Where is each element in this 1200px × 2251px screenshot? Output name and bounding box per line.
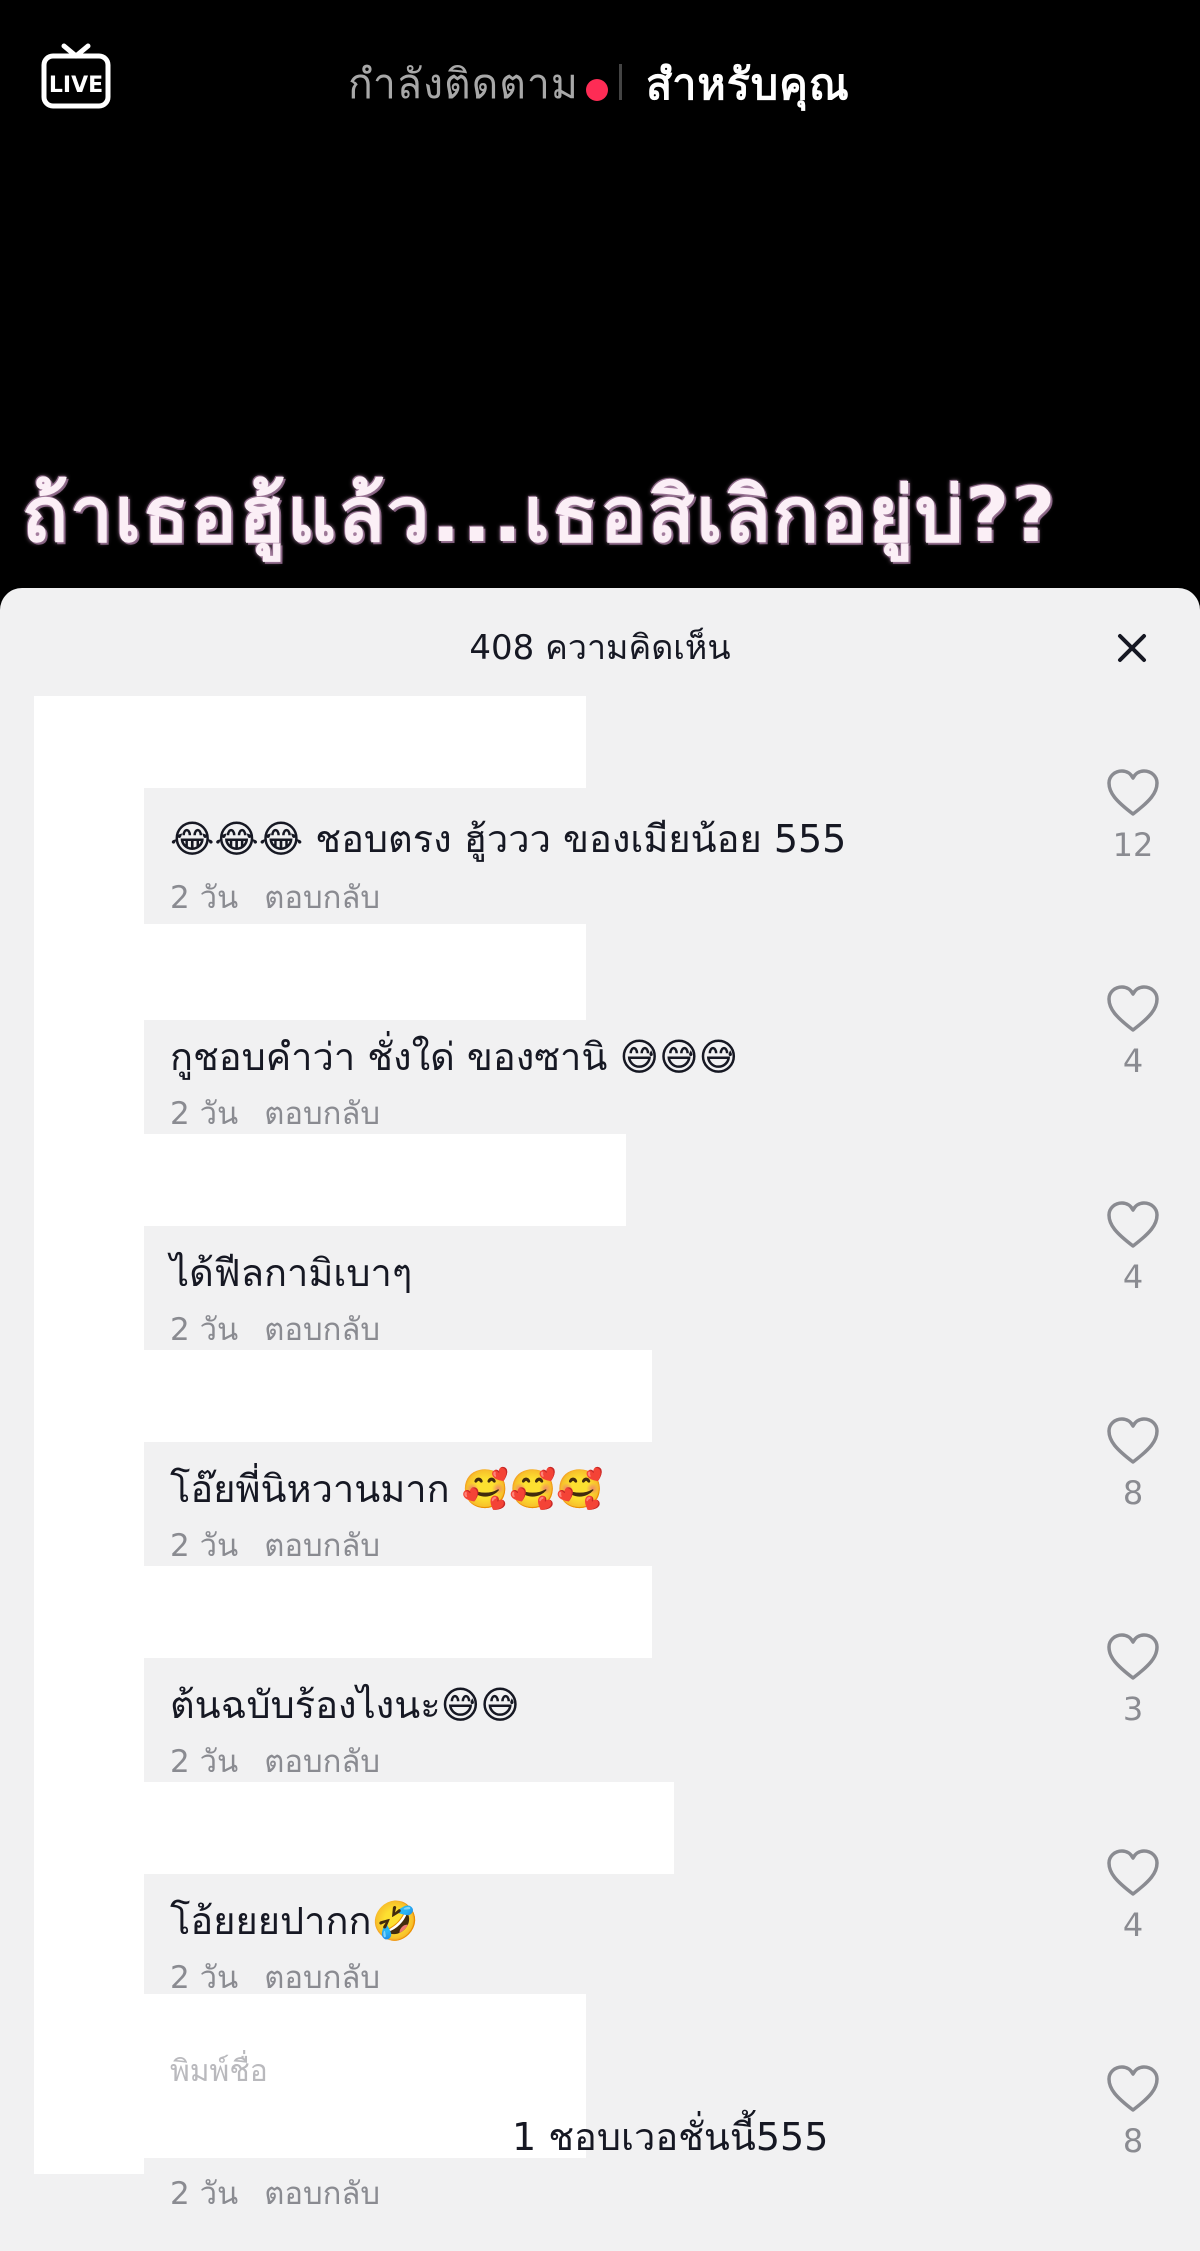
like-count: 4 <box>1122 1258 1144 1296</box>
heart-outline-icon <box>1107 769 1159 816</box>
comment-meta: 2 วัน ตอบกลับ <box>170 872 380 922</box>
redacted-username <box>144 1782 674 1874</box>
tab-for-you[interactable]: สำหรับคุณ <box>646 50 850 118</box>
redacted-username <box>144 1134 626 1226</box>
video-area[interactable]: LIVE กำลังติดตาม สำหรับคุณ ถ้าเธอฮู้แล้ว… <box>0 0 1200 600</box>
comment-meta: 2 วัน ตอบกลับ <box>170 1952 380 2002</box>
comment-text: ต้นฉบับร้องไงนะ😅😅 <box>170 1683 520 1727</box>
like-button[interactable]: 12 <box>1104 768 1162 864</box>
redacted-username <box>34 928 586 1020</box>
like-count: 8 <box>1122 2122 1144 2160</box>
tab-divider <box>619 64 622 100</box>
reply-button[interactable]: ตอบกลับ <box>264 1312 380 1348</box>
like-count: 8 <box>1122 1474 1144 1512</box>
comment-meta: 2 วัน ตอบกลับ <box>170 1304 380 1354</box>
heart-outline-icon <box>1107 2065 1159 2112</box>
notification-dot <box>586 79 608 101</box>
partial-username: พิมพ์ชื่อ <box>170 2054 268 2089</box>
comment-text: โอ้ยยยปากก🤣 <box>170 1899 419 1943</box>
comment-text: ได้ฟีลกามิเบาๆ <box>170 1251 413 1295</box>
heart-outline-icon <box>1107 1849 1159 1896</box>
reply-button[interactable]: ตอบกลับ <box>264 1744 380 1780</box>
comment-text: 😂😂😂 ชอบตรง ฮู้ววว ของเมียน้อย 555 <box>170 817 847 861</box>
like-count: 4 <box>1122 1042 1144 1080</box>
reply-button[interactable]: ตอบกลับ <box>264 2176 380 2212</box>
comment-meta: 2 วัน ตอบกลับ <box>170 1088 380 1138</box>
like-button[interactable]: 8 <box>1104 1416 1162 1512</box>
comment-age: 2 วัน <box>170 1312 239 1348</box>
reply-button[interactable]: ตอบกลับ <box>264 1528 380 1564</box>
comment-age: 2 วัน <box>170 1960 239 1996</box>
redacted-username <box>144 1566 652 1658</box>
feed-tabs: กำลังติดตาม สำหรับคุณ <box>0 42 1200 112</box>
comment-age: 2 วัน <box>170 880 239 916</box>
like-button[interactable]: 8 <box>1104 2064 1162 2160</box>
redacted-username <box>34 696 586 788</box>
like-button[interactable]: 4 <box>1104 1848 1162 1944</box>
reply-button[interactable]: ตอบกลับ <box>264 1960 380 1996</box>
heart-outline-icon <box>1107 1633 1159 1680</box>
comment-meta: 2 วัน ตอบกลับ <box>170 2168 380 2218</box>
comment-age: 2 วัน <box>170 1096 239 1132</box>
close-icon[interactable] <box>1108 624 1156 672</box>
like-button[interactable]: 4 <box>1104 1200 1162 1296</box>
like-button[interactable]: 3 <box>1104 1632 1162 1728</box>
comments-count-title: 408 ความคิดเห็น <box>469 628 731 668</box>
comment-age: 2 วัน <box>170 1744 239 1780</box>
comment-text: โอ๊ยพี่นิหวานมาก 🥰🥰🥰 <box>170 1467 604 1511</box>
like-button[interactable]: 4 <box>1104 984 1162 1080</box>
like-count: 3 <box>1122 1690 1144 1728</box>
video-caption: ถ้าเธอฮู้แล้ว...เธอสิเลิกอยู่บ่?? <box>22 470 1058 559</box>
heart-outline-icon <box>1107 1201 1159 1248</box>
reply-button[interactable]: ตอบกลับ <box>264 880 380 916</box>
heart-outline-icon <box>1107 1417 1159 1464</box>
comment-age: 2 วัน <box>170 2176 239 2212</box>
heart-outline-icon <box>1107 985 1159 1032</box>
reply-button[interactable]: ตอบกลับ <box>264 1096 380 1132</box>
comments-sheet: 408 ความคิดเห็น พิมพ์ชื่อ 😂😂😂 ชอบตรง ฮู้… <box>0 588 1200 2251</box>
comment-text: 1 ชอบเวอชั่นนี้555 <box>512 2115 829 2159</box>
comment-text: กูชอบคำว่า ชั่งใด่ ของซานิ 😅😅😅 <box>170 1035 739 1079</box>
like-count: 12 <box>1112 826 1154 864</box>
comment-meta: 2 วัน ตอบกลับ <box>170 1736 380 1786</box>
tab-following[interactable]: กำลังติดตาม <box>348 52 579 117</box>
like-count: 4 <box>1122 1906 1144 1944</box>
comment-meta: 2 วัน ตอบกลับ <box>170 1520 380 1570</box>
redacted-username <box>144 1350 652 1442</box>
comment-age: 2 วัน <box>170 1528 239 1564</box>
